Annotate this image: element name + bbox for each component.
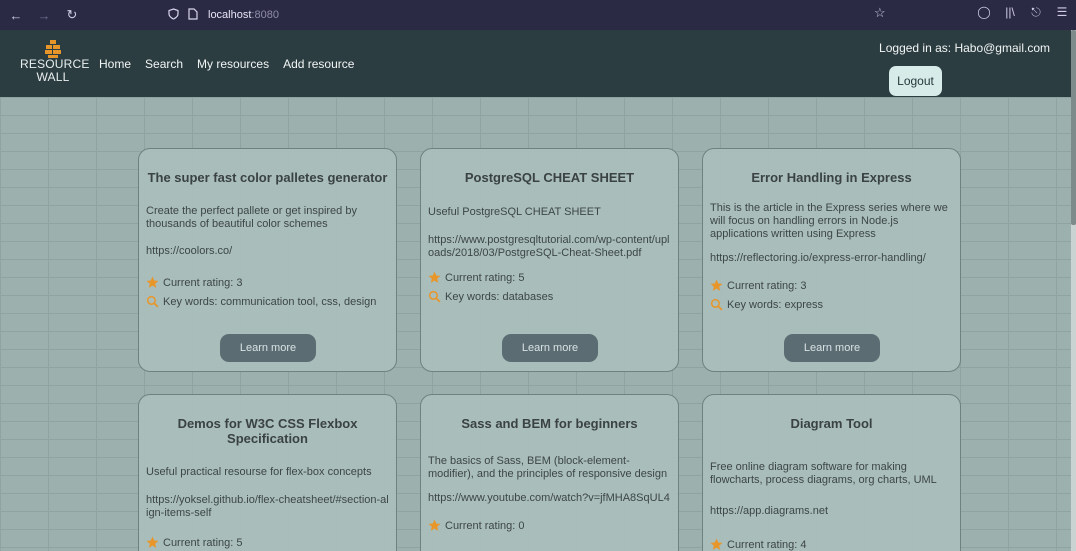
scrollbar-thumb[interactable] <box>1071 30 1076 225</box>
forward-arrow-icon[interactable]: → <box>32 3 56 27</box>
logo[interactable]: RESOURCE WALL <box>20 40 89 84</box>
star-icon <box>428 519 441 531</box>
pocket-icon[interactable]: ◯ <box>976 5 992 20</box>
library-icon[interactable]: ||\ <box>1002 5 1018 20</box>
card-title: Diagram Tool <box>790 416 873 431</box>
resource-card: PostgreSQL CHEAT SHEET Useful PostgreSQL… <box>420 148 679 372</box>
card-url: https://reflectoring.io/express-error-ha… <box>710 252 926 264</box>
card-title: Demos for W3C CSS Flexbox Specification <box>177 416 358 446</box>
card-rating: Current rating: 5 <box>421 271 678 284</box>
card-title: Sass and BEM for beginners <box>461 416 638 431</box>
reload-icon[interactable]: ↻ <box>60 3 84 27</box>
rating-text: Current rating: 4 <box>727 538 807 551</box>
rating-text: Current rating: 5 <box>163 536 243 549</box>
keywords-text: Key words: databases <box>445 290 554 303</box>
nav-search[interactable]: Search <box>145 57 183 71</box>
card-rating: Current rating: 4 <box>703 538 960 551</box>
nav-add-resource[interactable]: Add resource <box>283 57 354 71</box>
resource-card: Diagram Tool Free online diagram softwar… <box>702 394 961 551</box>
page-icon <box>188 7 202 23</box>
card-keywords: Key words: databases <box>421 290 678 303</box>
app-header: RESOURCE WALL Home Search My resources A… <box>0 30 1071 97</box>
card-rating: Current rating: 3 <box>139 276 396 289</box>
resource-card: The super fast color palletes generator … <box>138 148 397 372</box>
star-icon <box>710 279 723 291</box>
rating-text: Current rating: 3 <box>727 279 807 292</box>
learn-more-button[interactable]: Learn more <box>502 334 598 362</box>
card-description: Create the perfect pallete or get inspir… <box>146 205 357 230</box>
logout-button[interactable]: Logout <box>889 66 942 96</box>
keywords-text: Key words: express <box>727 298 823 311</box>
brick-logo-icon <box>45 40 61 58</box>
card-description: Free online diagram software for making … <box>710 461 937 486</box>
resource-card: Error Handling in Express This is the ar… <box>702 148 961 372</box>
card-title: The super fast color palletes generator <box>147 170 388 185</box>
card-description: This is the article in the Express serie… <box>710 202 948 240</box>
card-url: https://www.postgresqltutorial.com/wp-co… <box>428 234 670 259</box>
nav-my-resources[interactable]: My resources <box>197 57 269 71</box>
search-icon <box>146 295 159 308</box>
card-rating: Current rating: 5 <box>139 536 396 549</box>
bookmark-star-icon[interactable]: ☆ <box>874 5 886 21</box>
rating-text: Current rating: 0 <box>445 519 525 532</box>
star-icon <box>428 271 441 283</box>
url-host: localhost <box>208 9 252 21</box>
extensions-icon[interactable]: ⎋ <box>1028 5 1044 20</box>
search-icon <box>710 298 723 311</box>
card-keywords: Key words: communication tool, css, desi… <box>139 295 396 308</box>
nav-home[interactable]: Home <box>99 57 131 71</box>
keywords-text: Key words: communication tool, css, desi… <box>163 295 377 308</box>
card-rating: Current rating: 3 <box>703 279 960 292</box>
learn-more-button[interactable]: Learn more <box>784 334 880 362</box>
logo-text-line2: WALL <box>36 70 70 84</box>
browser-toolbar: ← → ↻ localhost:8080 ☆ ◯ ||\ ⎋ ☰ <box>0 0 1076 30</box>
menu-icon[interactable]: ☰ <box>1054 5 1070 20</box>
main-nav: Home Search My resources Add resource <box>99 57 354 71</box>
card-keywords: Key words: express <box>703 298 960 311</box>
url-port: :8080 <box>251 9 279 21</box>
resource-card: Sass and BEM for beginners The basics of… <box>420 394 679 551</box>
card-title: PostgreSQL CHEAT SHEET <box>464 170 635 185</box>
back-arrow-icon[interactable]: ← <box>4 3 28 27</box>
shield-icon[interactable] <box>168 7 182 23</box>
resource-card: Demos for W3C CSS Flexbox Specification … <box>138 394 397 551</box>
star-icon <box>146 536 159 548</box>
rating-text: Current rating: 5 <box>445 271 525 284</box>
browser-tools: ◯ ||\ ⎋ ☰ <box>976 5 1070 20</box>
card-description: Useful PostgreSQL CHEAT SHEET <box>428 206 601 218</box>
card-rating: Current rating: 0 <box>421 519 678 532</box>
learn-more-button[interactable]: Learn more <box>220 334 316 362</box>
card-title: Error Handling in Express <box>751 170 912 185</box>
rating-text: Current rating: 3 <box>163 276 243 289</box>
star-icon <box>146 276 159 288</box>
login-status: Logged in as: Habo@gmail.com <box>879 41 1050 55</box>
card-description: Useful practical resourse for flex-box c… <box>146 466 372 478</box>
card-url: https://app.diagrams.net <box>710 505 829 517</box>
brick-wall-content: The super fast color palletes generator … <box>0 97 1071 551</box>
search-icon <box>428 290 441 303</box>
card-description: The basics of Sass, BEM (block-element-m… <box>428 455 668 480</box>
address-bar[interactable]: localhost:8080 <box>160 4 900 26</box>
card-url: https://coolors.co/ <box>146 245 233 257</box>
card-url: https://www.youtube.com/watch?v=jfMHA8Sq… <box>428 492 670 504</box>
star-icon <box>710 538 723 550</box>
card-url: https://yoksel.github.io/flex-cheatsheet… <box>146 494 389 519</box>
